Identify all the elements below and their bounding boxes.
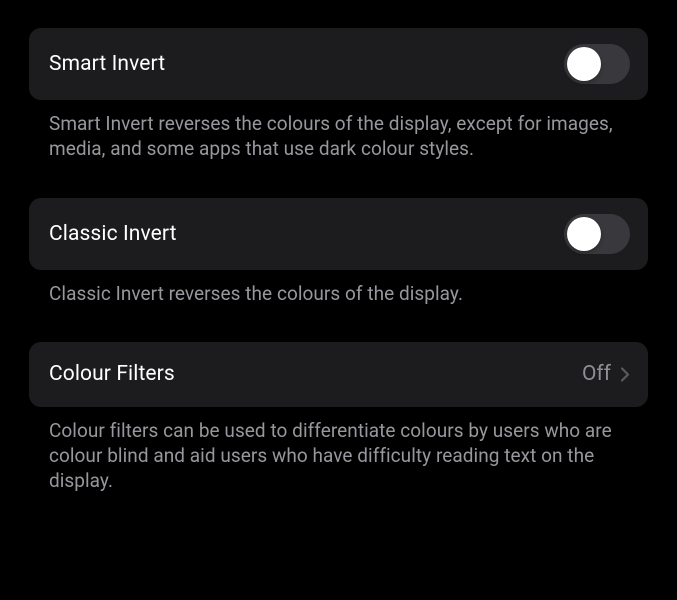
smart-invert-row[interactable]: Smart Invert (29, 28, 648, 100)
smart-invert-toggle[interactable] (564, 44, 630, 84)
colour-filters-row[interactable]: Colour Filters Off (29, 342, 648, 407)
toggle-knob (567, 217, 601, 251)
classic-invert-row[interactable]: Classic Invert (29, 198, 648, 270)
smart-invert-label: Smart Invert (49, 52, 165, 76)
toggle-knob (567, 47, 601, 81)
smart-invert-description: Smart Invert reverses the colours of the… (29, 100, 648, 162)
classic-invert-toggle[interactable] (564, 214, 630, 254)
colour-filters-description: Colour filters can be used to differenti… (29, 407, 648, 494)
colour-filters-value-wrap: Off (582, 362, 630, 386)
classic-invert-label: Classic Invert (49, 222, 177, 246)
colour-filters-value: Off (582, 362, 611, 386)
colour-filters-label: Colour Filters (49, 362, 175, 386)
classic-invert-description: Classic Invert reverses the colours of t… (29, 270, 648, 306)
chevron-right-icon (621, 367, 630, 382)
